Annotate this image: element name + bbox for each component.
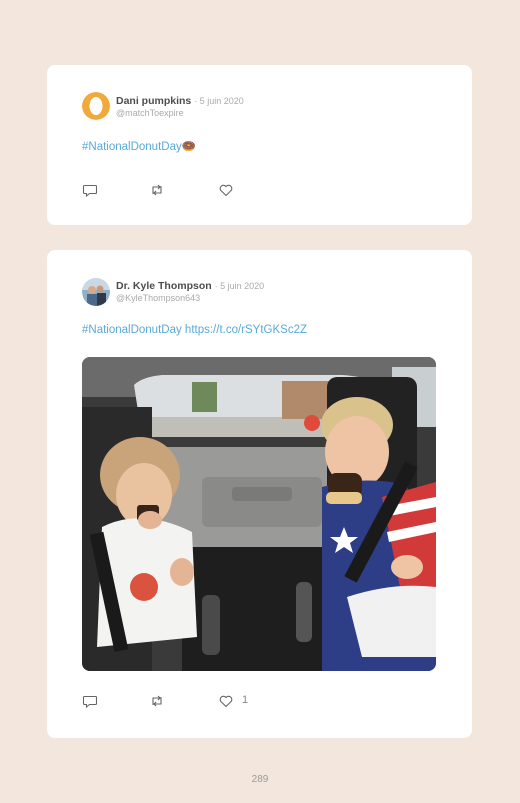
tweet-text: #NationalDonutDay🍩	[82, 139, 196, 153]
page-number: 289	[251, 774, 269, 785]
tweet-card: Dani pumpkins · 5 juin 2020 @matchToexpi…	[47, 65, 472, 225]
reply-icon[interactable]	[82, 182, 98, 198]
like-count: 1	[242, 694, 249, 706]
heart-icon[interactable]	[218, 693, 234, 709]
hashtag-link[interactable]: #NationalDonutDay	[82, 141, 182, 153]
retweet-icon[interactable]	[149, 693, 165, 709]
tweet-photo[interactable]	[82, 357, 436, 671]
retweet-icon[interactable]	[149, 182, 165, 198]
author-handle[interactable]: @matchToexpire	[116, 108, 184, 118]
tweet-actions: 1	[82, 693, 282, 709]
heart-icon[interactable]	[218, 182, 234, 198]
tweet-date[interactable]: · 5 juin 2020	[194, 96, 244, 106]
tweet-actions	[82, 182, 282, 198]
reply-icon[interactable]	[82, 693, 98, 709]
tweet-date[interactable]: · 5 juin 2020	[215, 281, 265, 291]
tweet-text[interactable]: #NationalDonutDay https://t.co/rSYtGKSc2…	[82, 324, 307, 336]
avatar[interactable]	[82, 278, 110, 306]
author-name[interactable]: Dani pumpkins	[116, 95, 191, 107]
avatar[interactable]	[82, 92, 110, 120]
author-line: Dani pumpkins · 5 juin 2020	[116, 95, 244, 107]
donut-emoji: 🍩	[181, 141, 197, 153]
author-line: Dr. Kyle Thompson · 5 juin 2020	[116, 280, 264, 292]
author-handle[interactable]: @KyleThompson643	[116, 293, 200, 303]
tweet-card: Dr. Kyle Thompson · 5 juin 2020 @KyleTho…	[47, 250, 472, 738]
author-name[interactable]: Dr. Kyle Thompson	[116, 280, 212, 292]
